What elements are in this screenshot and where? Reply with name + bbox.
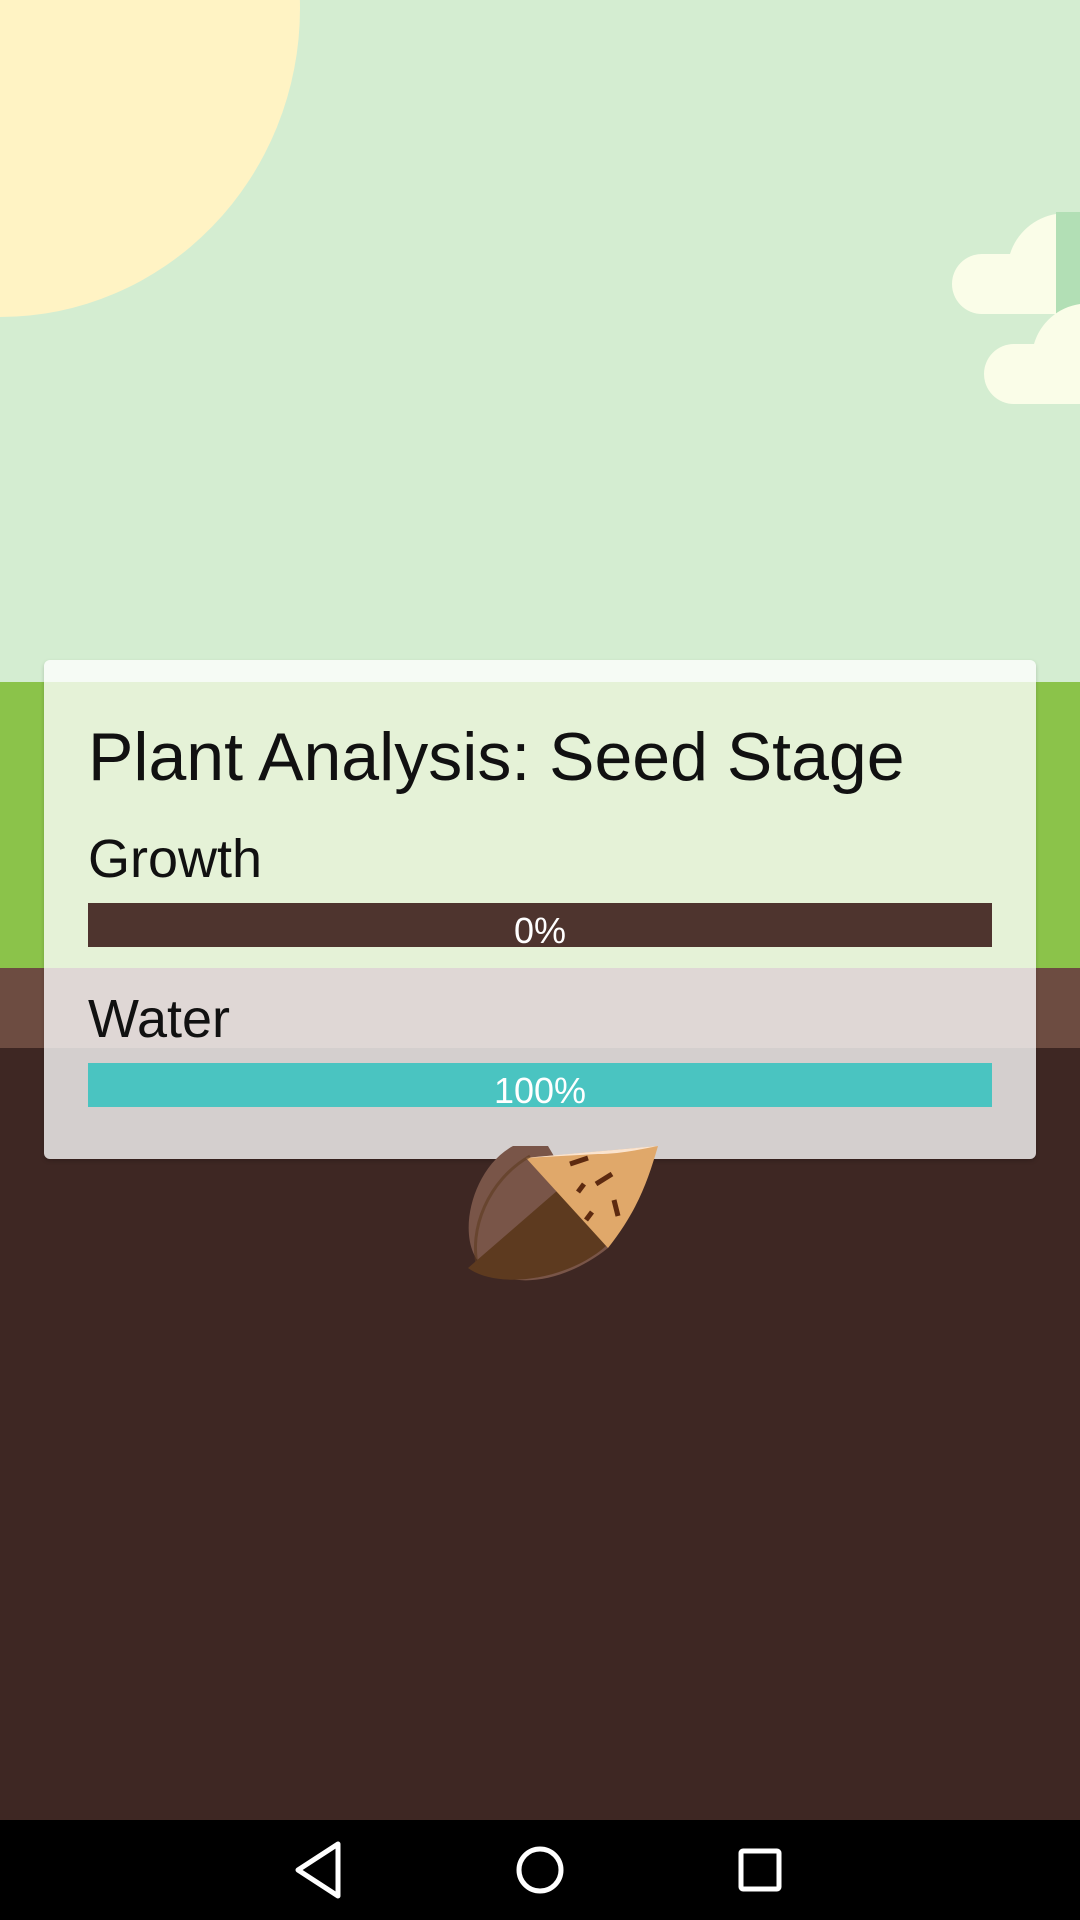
water-progress-text: 100% <box>493 1070 587 1107</box>
water-label: Water <box>88 989 231 1049</box>
growth-progress-bar: 0% <box>88 903 992 947</box>
home-circle-icon[interactable] <box>508 1838 572 1902</box>
app-screen: Plant Analysis: Seed Stage Growth 0% Wat… <box>0 0 1080 1920</box>
growth-progress-text: 0% <box>513 910 567 947</box>
plant-analysis-card: Plant Analysis: Seed Stage Growth 0% Wat… <box>44 660 1036 1159</box>
recents-square-icon[interactable] <box>728 1838 792 1902</box>
cloud-illustration-lower <box>984 304 1080 404</box>
water-progress-bar: 100% <box>88 1063 992 1107</box>
card-title: Plant Analysis: Seed Stage <box>88 719 905 795</box>
growth-label: Growth <box>88 829 263 889</box>
back-triangle-icon[interactable] <box>288 1838 352 1902</box>
system-navigation-bar <box>0 1820 1080 1920</box>
seed-illustration <box>468 1146 658 1281</box>
